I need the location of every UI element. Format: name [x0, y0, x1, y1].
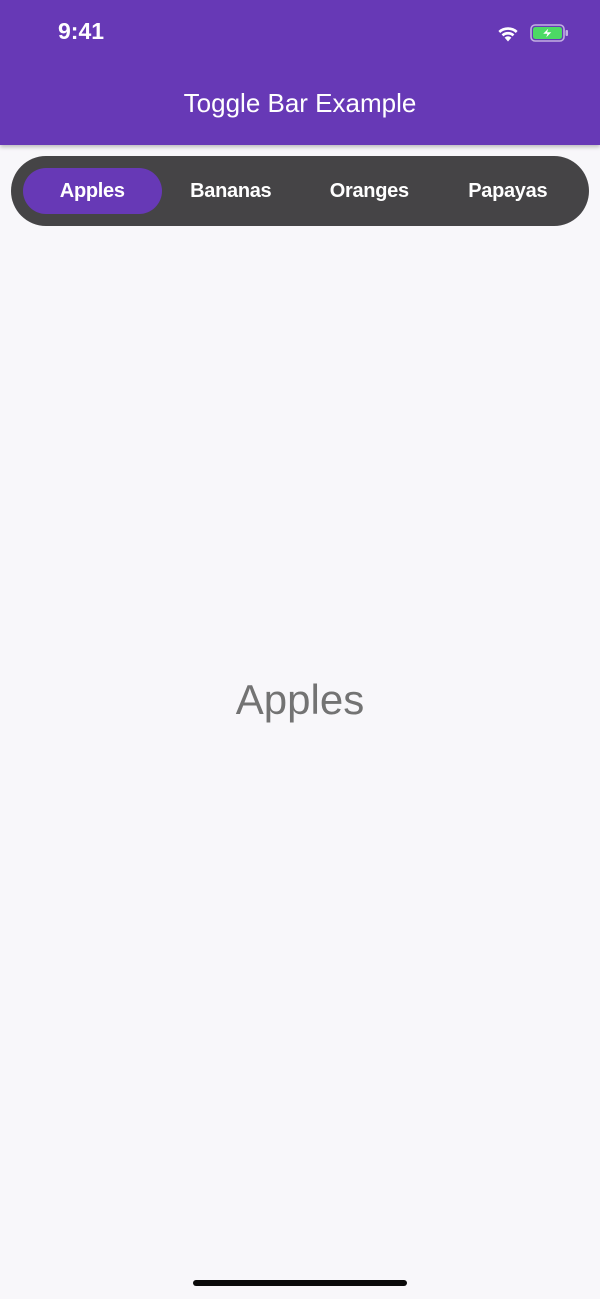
status-icons [496, 20, 570, 46]
toggle-item-papayas[interactable]: Papayas [439, 168, 578, 214]
toggle-item-apples[interactable]: Apples [23, 168, 162, 214]
battery-charging-icon [530, 24, 568, 42]
selected-content-label: Apples [235, 676, 365, 723]
home-indicator[interactable] [193, 1280, 407, 1286]
toggle-item-oranges[interactable]: Oranges [300, 168, 439, 214]
app-bar: 9:41 Toggle Bar Example [0, 0, 600, 145]
toggle-item-bananas[interactable]: Bananas [162, 168, 301, 214]
wifi-icon [498, 27, 518, 42]
page-title: Toggle Bar Example [183, 88, 417, 118]
toggle-bar: Apples Bananas Oranges Papayas [11, 156, 589, 226]
status-time: 9:41 [58, 18, 105, 44]
